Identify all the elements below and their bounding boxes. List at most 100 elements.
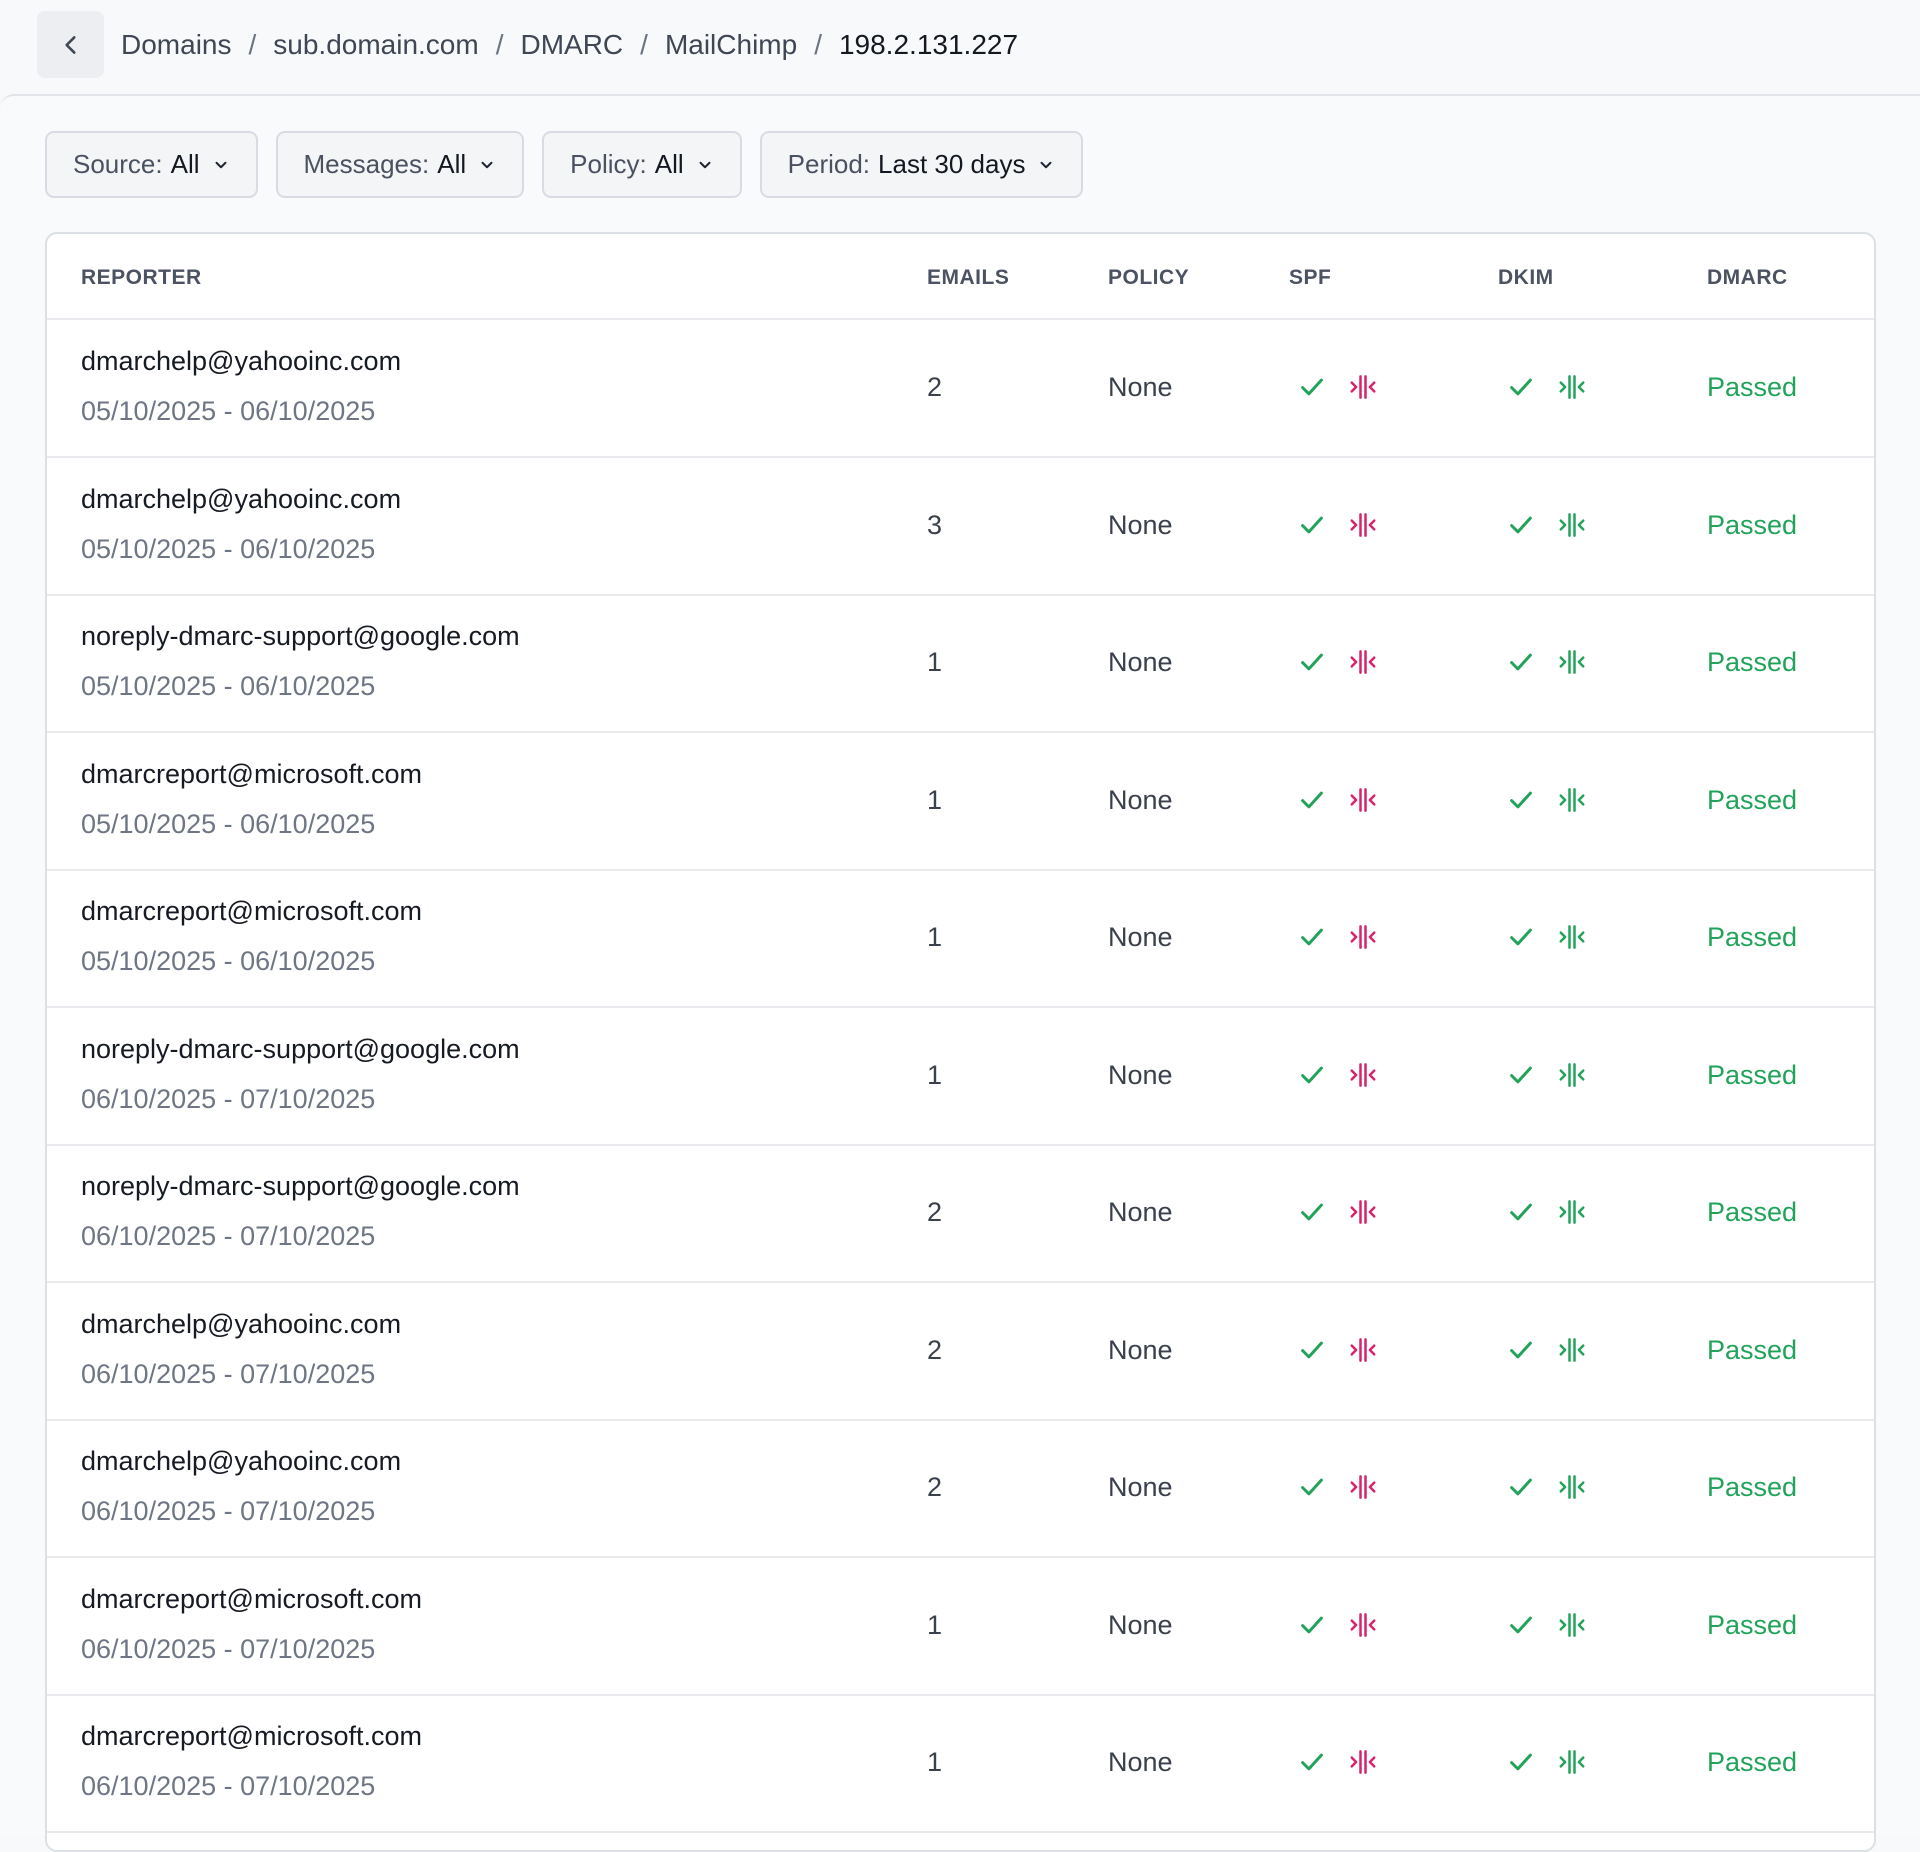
filter-value: Last 30 days [878,149,1026,179]
reporter-email: dmarchelp@yahooinc.com [81,346,402,376]
dkim-check-icon [1506,372,1536,402]
spf-check-icon [1297,1747,1327,1777]
column-header-dkim[interactable]: DKIM [1498,266,1554,290]
dkim-alignment-icon [1557,510,1587,540]
emails-count: 1 [927,1059,943,1090]
chevron-down-icon [696,156,714,174]
policy-value: None [1108,1197,1173,1227]
column-header-spf[interactable]: SPF [1289,266,1331,290]
report-period: 06/10/2025 - 07/10/2025 [81,1633,376,1664]
dmarc-status: Passed [1707,922,1798,952]
period-filter-dropdown[interactable]: Period: Last 30 days [759,131,1084,198]
reporter-email: dmarchelp@yahooinc.com [81,1308,402,1339]
reporter-email: dmarchelp@yahooinc.com [81,1446,402,1476]
dkim-alignment-icon [1557,1197,1587,1227]
table-row[interactable]: dmarchelp@yahooinc.com 05/10/2025 - 06/10… [47,458,1874,596]
reporter-email: noreply-dmarc-support@google.com [81,1171,520,1201]
dkim-alignment-icon [1557,1610,1587,1640]
column-header-reporter[interactable]: REPORTER [81,266,202,290]
dkim-check-icon [1506,1747,1536,1777]
emails-count: 1 [927,1747,943,1777]
table-row[interactable]: dmarcreport@microsoft.com 05/10/2025 - 06… [47,870,1874,1008]
table-row[interactable]: dmarchelp@yahooinc.com 06/10/2025 - 07/10… [47,1283,1874,1421]
dkim-check-icon [1506,510,1536,540]
dmarc-status: Passed [1707,509,1798,540]
column-header-policy[interactable]: POLICY [1108,266,1189,290]
policy-filter-dropdown[interactable]: Policy: All [542,131,742,198]
breadcrumb: Domains / sub.domain.com / DMARC / MailC… [121,25,1018,65]
policy-value: None [1108,1059,1173,1090]
dkim-alignment-icon [1557,647,1587,677]
policy-value: None [1108,1747,1173,1777]
table-row[interactable]: noreply-dmarc-support@google.com 06/10/20… [47,1145,1874,1283]
breadcrumb-separator: / [495,29,504,60]
dkim-alignment-icon [1557,922,1587,952]
table-row[interactable]: dmarcreport@microsoft.com 06/10/2025 - 07… [47,1558,1874,1696]
dmarc-status: Passed [1707,647,1798,677]
emails-count: 1 [927,784,943,815]
table-row[interactable]: noreply-dmarc-support@google.com 05/10/20… [47,595,1874,733]
top-bar: Domains / sub.domain.com / DMARC / MailC… [0,0,1920,95]
policy-value: None [1108,509,1173,540]
spf-alignment-icon [1348,785,1378,815]
policy-value: None [1108,1472,1173,1502]
emails-count: 2 [927,1197,943,1227]
dkim-check-icon [1506,1610,1536,1640]
filter-label: Source: [73,149,163,179]
dmarc-status: Passed [1707,1472,1798,1502]
dmarc-status: Passed [1707,1059,1798,1090]
spf-alignment-icon [1348,1610,1378,1640]
policy-value: None [1108,1334,1173,1365]
dkim-check-icon [1506,1472,1536,1502]
dkim-check-icon [1506,1060,1536,1090]
breadcrumb-item-domain[interactable]: sub.domain.com [273,29,478,61]
spf-alignment-icon [1348,922,1378,952]
dkim-check-icon [1506,785,1536,815]
table-row[interactable]: noreply-dmarc-support@google.com 06/10/20… [47,1008,1874,1146]
table-row[interactable]: dmarchelp@yahooinc.com 06/10/2025 - 07/10… [47,1420,1874,1558]
dkim-alignment-icon [1557,1747,1587,1777]
back-button[interactable] [37,11,104,78]
report-period: 05/10/2025 - 06/10/2025 [81,533,376,564]
emails-count: 2 [927,372,943,402]
column-header-dmarc[interactable]: DMARC [1707,266,1788,290]
table-header: REPORTER EMAILS POLICY SPF DKIM DMARC [47,234,1874,320]
breadcrumb-item-dmarc[interactable]: DMARC [520,29,623,61]
policy-value: None [1108,784,1173,815]
filter-value: All [437,149,467,179]
spf-check-icon [1297,510,1327,540]
reporter-email: dmarchelp@yahooinc.com [81,483,402,514]
dkim-alignment-icon [1557,1335,1587,1365]
dkim-alignment-icon [1557,1060,1587,1090]
filter-label: Period: [787,149,871,179]
spf-check-icon [1297,647,1327,677]
report-period: 06/10/2025 - 07/10/2025 [81,1221,376,1251]
spf-check-icon [1297,1060,1327,1090]
column-header-emails[interactable]: EMAILS [927,266,1009,290]
chevron-left-icon [58,32,84,58]
spf-alignment-icon [1348,1335,1378,1365]
table-row[interactable]: dmarcreport@microsoft.com 05/10/2025 - 06… [47,733,1874,871]
source-filter-dropdown[interactable]: Source: All [45,131,258,198]
reports-table: REPORTER EMAILS POLICY SPF DKIM DMARC dm… [45,232,1876,1852]
spf-check-icon [1297,785,1327,815]
reporter-email: dmarcreport@microsoft.com [81,1583,422,1614]
spf-alignment-icon [1348,647,1378,677]
dkim-check-icon [1506,647,1536,677]
emails-count: 1 [927,922,943,952]
spf-check-icon [1297,1197,1327,1227]
reporter-email: dmarcreport@microsoft.com [81,896,422,926]
breadcrumb-item-source[interactable]: MailChimp [665,29,797,61]
dkim-check-icon [1506,1197,1536,1227]
filter-label: Policy: [570,149,647,179]
messages-filter-dropdown[interactable]: Messages: All [275,131,525,198]
dmarc-status: Passed [1707,1609,1798,1640]
spf-alignment-icon [1348,1747,1378,1777]
breadcrumb-item-domains[interactable]: Domains [121,29,231,61]
table-row[interactable]: dmarcreport@microsoft.com 06/10/2025 - 07… [47,1695,1874,1833]
emails-count: 2 [927,1472,943,1502]
filter-bar: Source: All Messages: All Policy: All Pe… [45,131,1084,198]
reporter-email: noreply-dmarc-support@google.com [81,1033,520,1064]
filter-value: All [170,149,200,179]
table-row[interactable]: dmarchelp@yahooinc.com 05/10/2025 - 06/10… [47,320,1874,458]
